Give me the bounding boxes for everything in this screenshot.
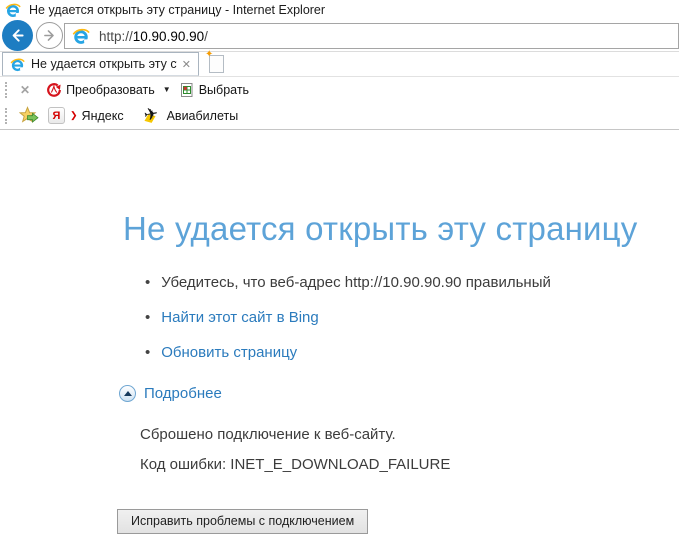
ie-logo-icon: [5, 2, 21, 18]
bullet-dot: •: [145, 274, 151, 291]
back-arrow-icon: [8, 26, 27, 45]
error-code-text: Код ошибки: INET_E_DOWNLOAD_FAILURE: [140, 456, 451, 473]
yandex-label: Яндекс: [81, 108, 124, 123]
error-heading: Не удается открыть эту страницу: [123, 210, 638, 247]
convert-label: Преобразовать: [66, 82, 155, 97]
select-label: Выбрать: [198, 82, 250, 97]
error-page: Не удается открыть эту страницу • Убедит…: [0, 210, 679, 534]
address-bar[interactable]: http://10.90.90.90/: [64, 23, 679, 49]
tab-error-page[interactable]: Не удается открыть эту ст... ✕: [2, 52, 199, 76]
select-grid-icon: [179, 82, 195, 98]
fix-connection-button[interactable]: Исправить проблемы с подключением: [117, 509, 369, 534]
ie-page-icon: [72, 27, 90, 45]
details-toggle[interactable]: Подробнее: [119, 385, 679, 402]
list-item: • Убедитесь, что веб-адрес http://10.90.…: [145, 273, 679, 293]
check-address-text: Убедитесь, что веб-адрес http://10.90.90…: [161, 274, 551, 291]
avia-label: Авиабилеты: [166, 108, 239, 123]
toolbar-grip-handle[interactable]: [5, 81, 7, 98]
select-button[interactable]: Выбрать: [179, 82, 249, 98]
search-bing-link[interactable]: Найти этот сайт в Bing: [161, 308, 318, 328]
add-favorite-star-icon[interactable]: [19, 106, 40, 125]
refresh-page-link[interactable]: Обновить страницу: [161, 343, 297, 363]
forward-arrow-icon: [41, 27, 58, 44]
bullet-dot: •: [145, 309, 151, 326]
back-button[interactable]: [2, 20, 33, 51]
bullet-dot: •: [145, 344, 151, 361]
window-title: Не удается открыть эту страницу - Intern…: [29, 3, 326, 17]
error-suggestions-list: • Убедитесь, что веб-адрес http://10.90.…: [119, 273, 679, 363]
tab-close-icon[interactable]: ✕: [182, 58, 191, 71]
navigation-bar: http://10.90.90.90/: [0, 20, 679, 52]
url-path: /: [204, 28, 208, 44]
details-toggle-label[interactable]: Подробнее: [144, 385, 222, 402]
forward-button[interactable]: [36, 22, 63, 49]
list-item: • Найти этот сайт в Bing: [145, 308, 679, 328]
yandex-icon: Я: [48, 107, 65, 124]
convert-dropdown-icon[interactable]: ▼: [163, 85, 171, 94]
toolbar-close-icon[interactable]: ✕: [20, 83, 30, 97]
url-text: http://10.90.90.90/: [99, 29, 208, 44]
command-bar: ✕ Преобразовать ▼ Выбрать: [0, 77, 679, 102]
url-scheme: http://: [99, 28, 133, 44]
tab-bar: Не удается открыть эту ст... ✕ ✦: [0, 50, 679, 77]
yandex-chevron-icon: ❯: [70, 110, 78, 120]
tab-label: Не удается открыть эту ст...: [31, 57, 177, 71]
favorite-yandex[interactable]: Я ❯ Яндекс: [48, 107, 124, 124]
new-tab-button[interactable]: ✦: [205, 50, 224, 73]
favorites-grip-handle[interactable]: [5, 107, 7, 124]
collapse-details-icon: [119, 385, 136, 402]
yandex-letter: Я: [52, 109, 61, 122]
title-bar[interactable]: Не удается открыть эту страницу - Intern…: [0, 0, 679, 20]
airplane-icon: ✈: [141, 103, 160, 126]
new-tab-sparkle-icon: ✦: [205, 49, 214, 60]
list-item: • Обновить страницу: [145, 343, 679, 363]
url-host: 10.90.90.90: [132, 28, 205, 44]
detail-message: Сброшено подключение к веб-сайту.: [140, 426, 396, 443]
adobe-convert-icon: [46, 82, 62, 98]
favorites-bar: Я ❯ Яндекс ✈ Авиабилеты: [0, 102, 679, 130]
tab-ie-icon: [10, 57, 25, 72]
convert-to-pdf-button[interactable]: Преобразовать: [46, 82, 155, 98]
favorite-avia[interactable]: ✈ Авиабилеты: [141, 103, 239, 126]
